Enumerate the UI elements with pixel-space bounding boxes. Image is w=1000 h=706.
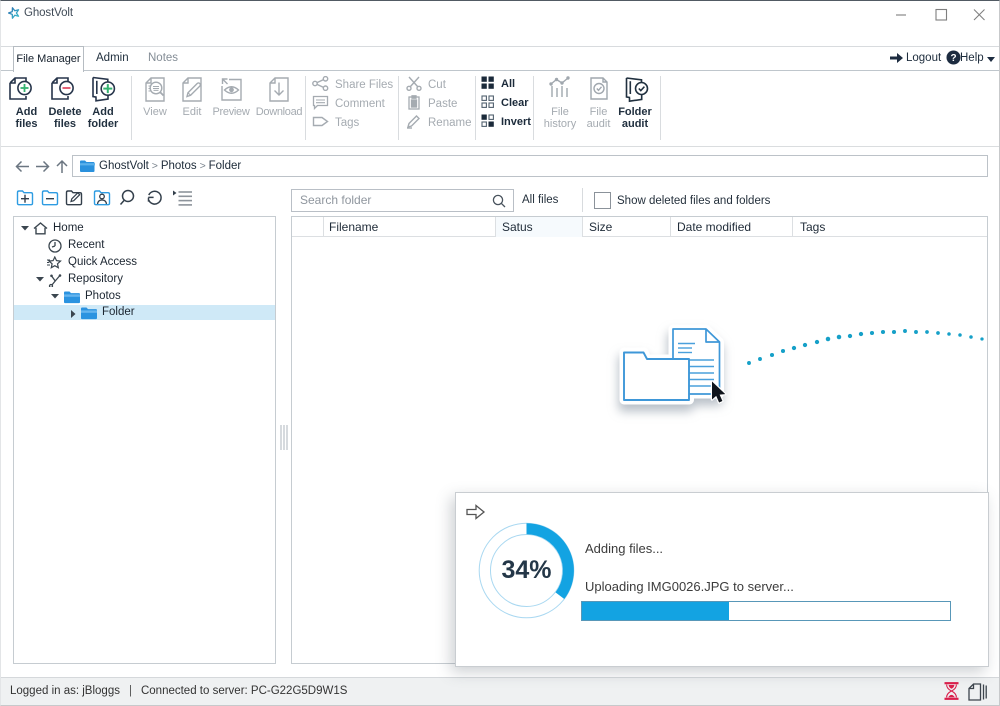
svg-text:?: ? [950,53,956,64]
